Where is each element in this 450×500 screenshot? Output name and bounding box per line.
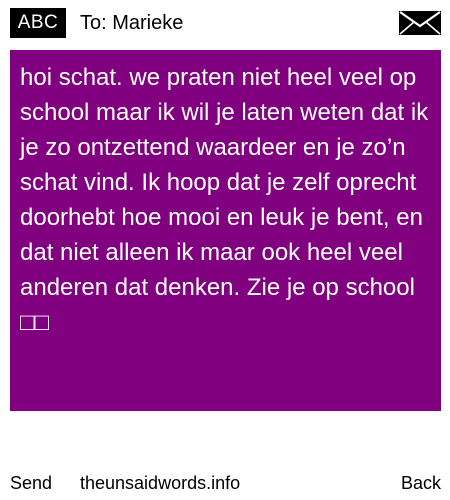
input-mode-badge[interactable]: ABC (10, 8, 66, 38)
back-button[interactable]: Back (401, 470, 441, 496)
site-link[interactable]: theunsaidwords.info (80, 470, 240, 496)
message-body[interactable]: hoi schat. we praten niet heel veel op s… (10, 50, 441, 411)
envelope-icon (399, 11, 441, 35)
send-button[interactable]: Send (10, 470, 52, 496)
message-header: ABC To: Marieke (0, 0, 450, 46)
message-text: hoi schat. we praten niet heel veel op s… (20, 64, 435, 336)
recipient-label: To: Marieke (80, 12, 184, 34)
softkey-bar: Send theunsaidwords.info Back (0, 470, 450, 500)
